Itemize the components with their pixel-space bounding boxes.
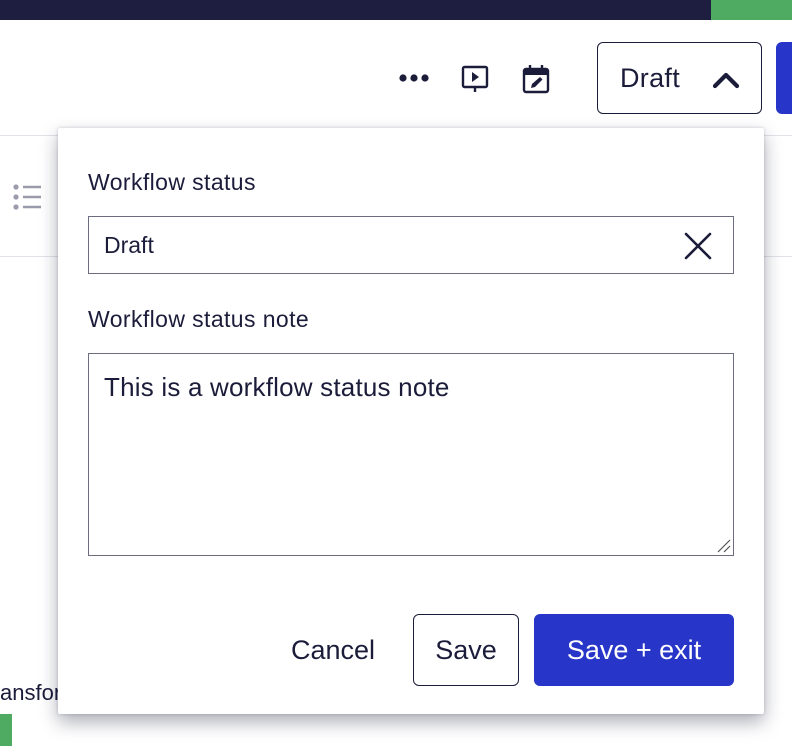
workflow-status-label: Workflow status	[88, 169, 256, 195]
top-strip-accent	[711, 0, 792, 20]
background-status-badge	[0, 714, 12, 746]
save-button[interactable]: Save	[413, 614, 519, 686]
workflow-status-button-label: Draft	[620, 62, 681, 93]
workflow-status-popover: Workflow status Draft Workflow status no…	[58, 128, 764, 714]
workflow-status-note-textarea[interactable]: This is a workflow status note	[88, 353, 734, 556]
more-icon[interactable]	[396, 66, 432, 90]
top-strip	[0, 0, 792, 20]
workflow-status-value: Draft	[104, 231, 154, 258]
schedule-icon[interactable]	[519, 62, 553, 96]
toolbar: Draft	[0, 20, 792, 136]
workflow-status-note-value: This is a workflow status note	[104, 372, 450, 402]
primary-action-button[interactable]	[776, 42, 792, 114]
preview-icon[interactable]	[458, 62, 492, 96]
resize-handle-icon[interactable]	[715, 537, 731, 553]
list-icon[interactable]	[10, 180, 44, 214]
app-root: Draft ansfor Workflow status Draft Workf…	[0, 0, 792, 756]
chevron-up-icon	[712, 72, 740, 89]
workflow-status-button[interactable]: Draft	[597, 42, 762, 114]
background-text-fragment: ansfor	[0, 680, 62, 705]
workflow-status-select[interactable]: Draft	[88, 216, 734, 274]
cancel-button[interactable]: Cancel	[273, 614, 393, 686]
clear-icon[interactable]	[681, 229, 715, 263]
save-exit-button[interactable]: Save + exit	[534, 614, 734, 686]
workflow-status-note-label: Workflow status note	[88, 306, 310, 332]
